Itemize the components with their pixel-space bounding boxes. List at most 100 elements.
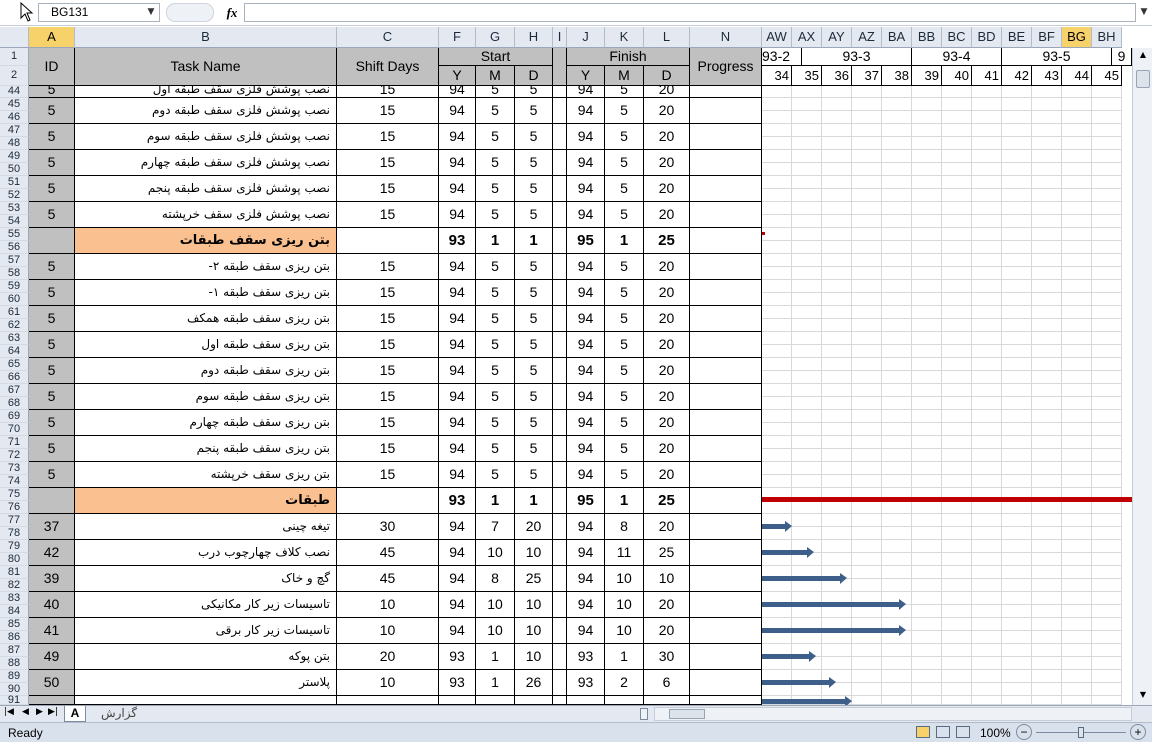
row-header-50[interactable]: 50: [0, 163, 29, 176]
cell-n-55[interactable]: [690, 228, 762, 254]
row-header-47[interactable]: 47: [0, 124, 29, 137]
cell-i-57[interactable]: [553, 254, 567, 280]
cell-a-75[interactable]: [29, 488, 75, 514]
cell-h-47[interactable]: 5: [515, 124, 553, 150]
cell-k-63[interactable]: 5: [605, 332, 644, 358]
cell-g-57[interactable]: 5: [476, 254, 515, 280]
cell-f-77[interactable]: 94: [439, 514, 476, 540]
cell-j-83[interactable]: 94: [567, 592, 605, 618]
cell-k-85[interactable]: 10: [605, 618, 644, 644]
cell-n-73[interactable]: [690, 462, 762, 488]
cell-n-44[interactable]: [690, 86, 762, 98]
cell-n-65[interactable]: [690, 358, 762, 384]
cell-j-59[interactable]: 94: [567, 280, 605, 306]
cell-g-55[interactable]: 1: [476, 228, 515, 254]
cell-c-49[interactable]: 15: [337, 150, 439, 176]
cell-j-44[interactable]: 94: [567, 86, 605, 98]
cell-b-91[interactable]: [75, 696, 337, 705]
cell-a-89[interactable]: 50: [29, 670, 75, 696]
cell-k-53[interactable]: 5: [605, 202, 644, 228]
cell-i-81[interactable]: [553, 566, 567, 592]
cell-j-79[interactable]: 94: [567, 540, 605, 566]
cell-k-67[interactable]: 5: [605, 384, 644, 410]
cell-n-71[interactable]: [690, 436, 762, 462]
cell-a-83[interactable]: 40: [29, 592, 75, 618]
cell-k-45[interactable]: 5: [605, 98, 644, 124]
normal-view-icon[interactable]: [916, 726, 930, 738]
cell-i-61[interactable]: [553, 306, 567, 332]
cell-l-67[interactable]: 20: [644, 384, 690, 410]
cell-f-69[interactable]: 94: [439, 410, 476, 436]
cell-j-47[interactable]: 94: [567, 124, 605, 150]
cell-n-47[interactable]: [690, 124, 762, 150]
cell-a-53[interactable]: 5: [29, 202, 75, 228]
cell-j-51[interactable]: 94: [567, 176, 605, 202]
row-header-73[interactable]: 73: [0, 462, 29, 475]
row-header-91[interactable]: 91: [0, 695, 29, 706]
cell-b-89[interactable]: پلاستر: [75, 670, 337, 696]
cell-i-69[interactable]: [553, 410, 567, 436]
column-header-ay[interactable]: AY: [822, 27, 852, 48]
cell-h-63[interactable]: 5: [515, 332, 553, 358]
cell-b-69[interactable]: بتن ریزی سقف طبقه چهارم: [75, 410, 337, 436]
cell-l-75[interactable]: 25: [644, 488, 690, 514]
cell-f-45[interactable]: 94: [439, 98, 476, 124]
cell-a-87[interactable]: 49: [29, 644, 75, 670]
column-header-b[interactable]: B: [75, 27, 337, 48]
cell-c-79[interactable]: 45: [337, 540, 439, 566]
cell-a-59[interactable]: 5: [29, 280, 75, 306]
cell-j-45[interactable]: 94: [567, 98, 605, 124]
row-header-48[interactable]: 48: [0, 137, 29, 150]
cell-k-59[interactable]: 5: [605, 280, 644, 306]
page-break-view-icon[interactable]: [956, 726, 970, 738]
cell-l-79[interactable]: 25: [644, 540, 690, 566]
cell-c-75[interactable]: [337, 488, 439, 514]
row-header-65[interactable]: 65: [0, 358, 29, 371]
cell-b-59[interactable]: بتن ریزی سقف طبقه ۱-: [75, 280, 337, 306]
cell-c-51[interactable]: 15: [337, 176, 439, 202]
cell-j-69[interactable]: 94: [567, 410, 605, 436]
cell-h-85[interactable]: 10: [515, 618, 553, 644]
cell-k-83[interactable]: 10: [605, 592, 644, 618]
row-header-70[interactable]: 70: [0, 423, 29, 436]
row-header-51[interactable]: 51: [0, 176, 29, 189]
cell-n-77[interactable]: [690, 514, 762, 540]
cell-j-67[interactable]: 94: [567, 384, 605, 410]
cell-i-49[interactable]: [553, 150, 567, 176]
row-header-72[interactable]: 72: [0, 449, 29, 462]
cell-h-55[interactable]: 1: [515, 228, 553, 254]
cell-f-81[interactable]: 94: [439, 566, 476, 592]
row-header-67[interactable]: 67: [0, 384, 29, 397]
row-header-80[interactable]: 80: [0, 553, 29, 566]
cell-g-91[interactable]: [476, 696, 515, 705]
cell-n-45[interactable]: [690, 98, 762, 124]
cell-h-61[interactable]: 5: [515, 306, 553, 332]
row-header-60[interactable]: 60: [0, 293, 29, 306]
cell-n-61[interactable]: [690, 306, 762, 332]
cell-n-57[interactable]: [690, 254, 762, 280]
cell-j-89[interactable]: 93: [567, 670, 605, 696]
cell-f-65[interactable]: 94: [439, 358, 476, 384]
cell-k-69[interactable]: 5: [605, 410, 644, 436]
cell-i-73[interactable]: [553, 462, 567, 488]
cell-a-55[interactable]: [29, 228, 75, 254]
row-header-49[interactable]: 49: [0, 150, 29, 163]
row-header-55[interactable]: 55: [0, 228, 29, 241]
cell-a-69[interactable]: 5: [29, 410, 75, 436]
cell-n-63[interactable]: [690, 332, 762, 358]
cell-c-83[interactable]: 10: [337, 592, 439, 618]
cell-f-53[interactable]: 94: [439, 202, 476, 228]
column-header-f[interactable]: F: [439, 27, 476, 48]
cell-f-85[interactable]: 94: [439, 618, 476, 644]
tab-prev-icon[interactable]: ◀: [22, 707, 29, 717]
cell-g-77[interactable]: 7: [476, 514, 515, 540]
cell-a-47[interactable]: 5: [29, 124, 75, 150]
cell-c-71[interactable]: 15: [337, 436, 439, 462]
cell-j-53[interactable]: 94: [567, 202, 605, 228]
cell-g-44[interactable]: 5: [476, 86, 515, 98]
cell-i-89[interactable]: [553, 670, 567, 696]
cell-j-77[interactable]: 94: [567, 514, 605, 540]
zoom-level[interactable]: 100%: [980, 726, 1011, 740]
cell-f-55[interactable]: 93: [439, 228, 476, 254]
cell-g-69[interactable]: 5: [476, 410, 515, 436]
